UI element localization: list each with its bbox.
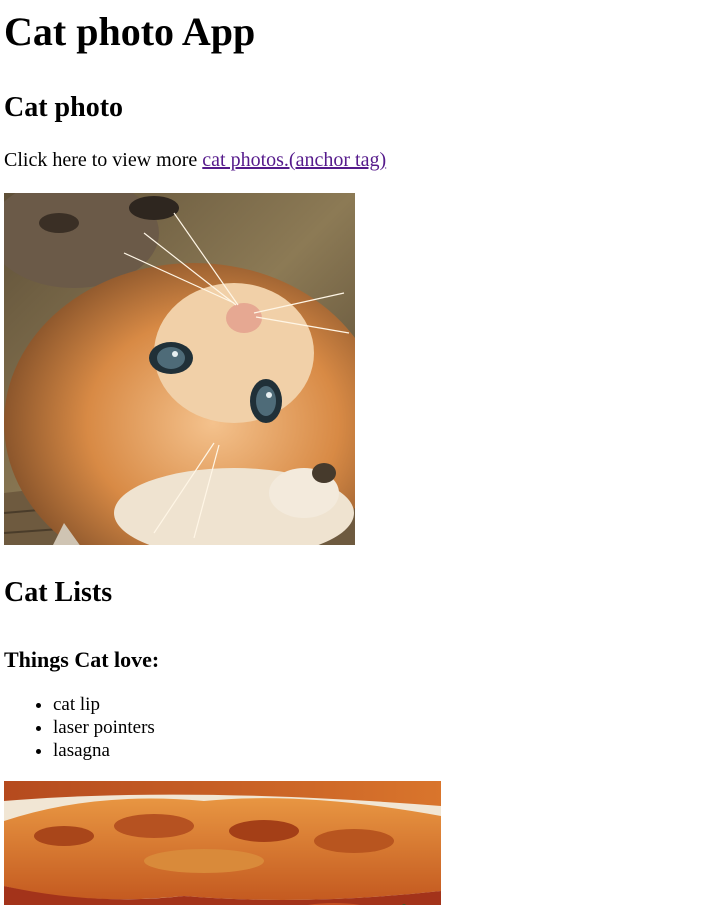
section-heading-cat-photo: Cat photo: [4, 92, 124, 123]
lasagna-photo: [4, 781, 441, 905]
list-item: cat lip: [53, 693, 705, 716]
things-cat-love-heading: Things Cat love:: [4, 647, 160, 672]
intro-paragraph: Click here to view more cat photos.(anch…: [4, 148, 705, 172]
section-heading-cat-lists: Cat Lists: [4, 577, 113, 608]
list-item: lasagna: [53, 739, 705, 762]
kitten-photo: [4, 193, 355, 545]
page-title: Cat photo App: [4, 9, 256, 54]
intro-text: Click here to view more: [4, 149, 203, 171]
things-cat-love-list: cat lip laser pointers lasagna: [4, 693, 705, 762]
page-root: Cat photo App Cat photo Click here to vi…: [0, 0, 705, 905]
list-item: laser pointers: [53, 716, 705, 739]
cat-photos-link[interactable]: cat photos.(anchor tag): [202, 149, 386, 171]
